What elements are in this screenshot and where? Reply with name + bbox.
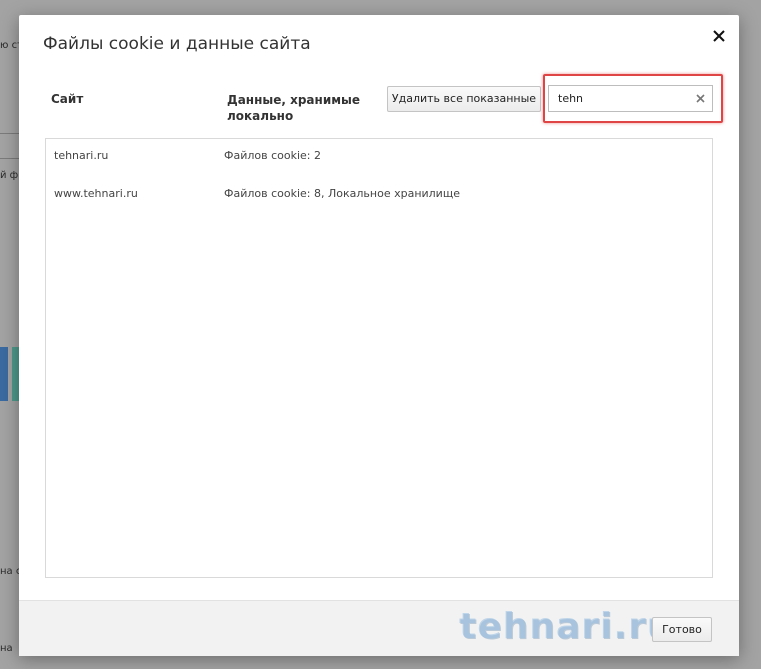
background-divider: [0, 133, 20, 134]
search-box: [548, 85, 713, 112]
column-header-site: Сайт: [51, 92, 84, 106]
clear-x-icon[interactable]: [694, 92, 707, 105]
watermark-logo: tehnari.ru: [459, 606, 674, 647]
dialog-title: Файлы cookie и данные сайта: [43, 34, 311, 54]
list-item-data: Файлов cookie: 2: [224, 149, 322, 162]
cookies-dialog: Файлы cookie и данные сайта Сайт Данные,…: [19, 15, 739, 656]
background-divider: [0, 158, 20, 159]
dialog-footer: tehnari.ru Готово: [19, 600, 739, 656]
search-input[interactable]: [549, 86, 689, 111]
background-thumbnail: [0, 347, 8, 401]
close-button[interactable]: [708, 25, 730, 47]
background-text-fragment: й ф: [0, 170, 19, 181]
site-data-list: tehnari.ru Файлов cookie: 2 www.tehnari.…: [45, 138, 713, 578]
column-header-data: Данные, хранимые локально: [227, 93, 361, 123]
list-item[interactable]: tehnari.ru Файлов cookie: 2: [46, 141, 712, 171]
close-icon: [713, 30, 725, 42]
list-item-site: tehnari.ru: [54, 149, 109, 162]
list-item-site: www.tehnari.ru: [54, 187, 138, 200]
background-text-fragment: на: [0, 643, 13, 654]
list-item-data: Файлов cookie: 8, Локальное хранилище: [224, 187, 460, 200]
done-button[interactable]: Готово: [652, 617, 712, 642]
remove-all-shown-button[interactable]: Удалить все показанные: [387, 86, 541, 112]
list-item[interactable]: www.tehnari.ru Файлов cookie: 8, Локальн…: [46, 179, 712, 209]
